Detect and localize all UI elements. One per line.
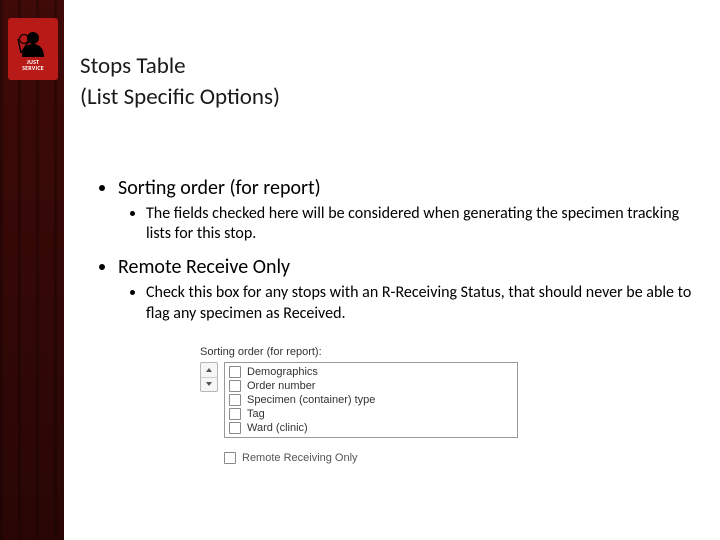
list-item[interactable]: Ward (clinic) xyxy=(229,422,513,434)
brand-logo: JUSTSERVICE xyxy=(8,18,58,80)
list-item-label: Demographics xyxy=(247,366,318,378)
sorting-order-panel: Sorting order (for report): Demographics… xyxy=(200,346,518,464)
bullet-2: Remote Receive Only Check this box for a… xyxy=(118,255,700,325)
reorder-spinner[interactable] xyxy=(200,362,218,392)
logo-text-2: SERVICE xyxy=(22,64,44,72)
list-item-label: Tag xyxy=(247,408,265,420)
chevron-up-icon xyxy=(206,368,212,372)
checkbox-icon[interactable] xyxy=(229,394,241,406)
reorder-down-button[interactable] xyxy=(201,377,217,392)
checkbox-icon[interactable] xyxy=(229,408,241,420)
sorting-fields-listbox[interactable]: Demographics Order number Specimen (cont… xyxy=(224,362,518,438)
list-item[interactable]: Specimen (container) type xyxy=(229,394,513,406)
slide-sidebar xyxy=(0,0,64,540)
list-item-label: Ward (clinic) xyxy=(247,422,308,434)
slide-content: Stops Table (List Specific Options) Sort… xyxy=(80,52,700,335)
slide-title-line1: Stops Table xyxy=(80,52,700,81)
logo-silhouette-icon xyxy=(16,27,50,57)
list-item[interactable]: Tag xyxy=(229,408,513,420)
bullet-list: Sorting order (for report) The fields ch… xyxy=(80,176,700,325)
remote-receiving-row[interactable]: Remote Receiving Only xyxy=(224,452,518,464)
list-item-label: Order number xyxy=(247,380,315,392)
reorder-up-button[interactable] xyxy=(201,363,217,377)
slide-title-line2: (List Specific Options) xyxy=(80,83,700,112)
checkbox-icon[interactable] xyxy=(229,380,241,392)
bullet-1-heading: Sorting order (for report) xyxy=(118,176,321,200)
bullet-1: Sorting order (for report) The fields ch… xyxy=(118,176,700,246)
checkbox-icon[interactable] xyxy=(229,366,241,378)
bullet-2-sub: Check this box for any stops with an R-R… xyxy=(146,283,700,325)
list-item[interactable]: Demographics xyxy=(229,366,513,378)
list-item[interactable]: Order number xyxy=(229,380,513,392)
bullet-1-sub: The fields checked here will be consider… xyxy=(146,204,700,246)
chevron-down-icon xyxy=(206,382,212,386)
bullet-2-heading: Remote Receive Only xyxy=(118,255,290,279)
checkbox-icon[interactable] xyxy=(229,422,241,434)
remote-receiving-checkbox[interactable] xyxy=(224,452,236,464)
list-item-label: Specimen (container) type xyxy=(247,394,375,406)
sorting-order-label: Sorting order (for report): xyxy=(200,346,518,358)
remote-receiving-label: Remote Receiving Only xyxy=(242,452,358,464)
